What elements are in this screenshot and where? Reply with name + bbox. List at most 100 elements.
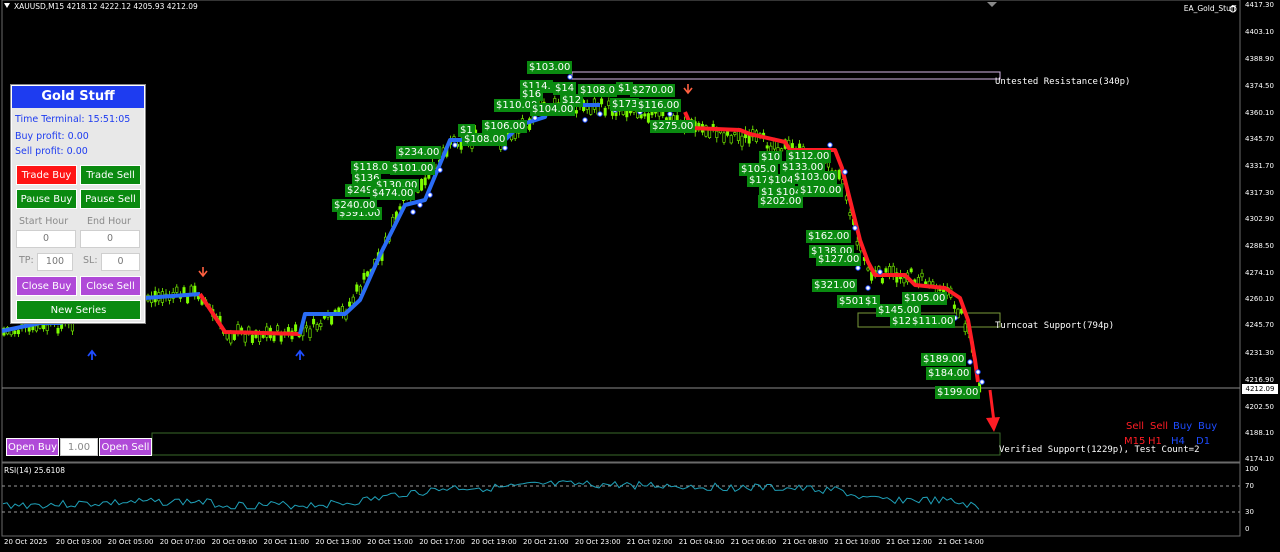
verified-support-label: Verified Support(1229p), Test Count=2 <box>999 445 1200 455</box>
dropdown-triangle-icon[interactable] <box>4 3 10 8</box>
price-axis[interactable]: 4417.30 4403.10 4388.90 4374.50 4360.10 4345.… <box>1241 0 1280 536</box>
trade-marker <box>567 74 573 80</box>
candle-body <box>661 111 665 117</box>
down-trend-arrow-icon <box>986 389 1000 432</box>
profit-label: $199.00 <box>935 386 981 399</box>
candle-body <box>931 281 935 286</box>
candle-body <box>243 334 247 343</box>
trade-marker <box>667 111 673 117</box>
candle-body <box>34 325 38 332</box>
candle-body <box>837 169 841 180</box>
profit-label: $170.00 <box>798 184 844 197</box>
mtf-timeframe: D1 <box>1196 436 1211 447</box>
candle-body <box>574 110 578 114</box>
sell-arrow-icon <box>683 84 693 95</box>
candle-body <box>880 278 884 284</box>
open-sell-button[interactable]: Open Sell <box>99 438 152 456</box>
price-tick-label: 4202.50 <box>1245 403 1274 411</box>
profit-label: $111.00 <box>910 315 956 328</box>
price-tick-label: 4288.50 <box>1245 242 1274 250</box>
mtf-timeframe: M15 <box>1124 436 1146 447</box>
profit-label: $108.0 <box>578 84 617 97</box>
trade-marker <box>427 192 433 198</box>
panel-title: Gold Stuff <box>12 86 144 108</box>
pause-buy-button[interactable]: Pause Buy <box>16 189 77 209</box>
price-tick-label: 4374.50 <box>1245 82 1274 90</box>
candle-body <box>589 105 593 115</box>
profit-label: $202.00 <box>758 195 804 208</box>
candle-body <box>319 323 323 327</box>
profit-label: $103.00 <box>527 61 573 74</box>
price-tick-label: 4360.10 <box>1245 109 1274 117</box>
tp-label: TP: <box>19 255 34 266</box>
tp-input[interactable]: 100 <box>37 253 73 271</box>
new-series-button[interactable]: New Series <box>16 300 141 320</box>
current-price-tag: 4212.09 <box>1242 384 1278 394</box>
time-tick-label: 21 Oct 08:00 <box>782 538 829 546</box>
trade-marker <box>582 117 588 123</box>
symbol-info: XAUUSD,M15 4218.12 4222.12 4205.93 4212.… <box>4 2 198 11</box>
time-tick-label: 20 Oct 2025 <box>4 538 48 546</box>
trade-buy-button[interactable]: Trade Buy <box>16 165 77 185</box>
time-tick-label: 20 Oct 15:00 <box>367 538 413 546</box>
candle-body <box>315 324 319 331</box>
candle-body <box>308 328 312 338</box>
lot-size-input[interactable]: 1.00 <box>60 438 98 456</box>
profit-label: $189.00 <box>921 353 967 366</box>
candle-body <box>423 177 427 186</box>
panel-body: Time Terminal: 15:51:05 Buy profit: 0.00… <box>12 108 144 322</box>
mtf-signal: Sell <box>1150 421 1169 432</box>
profit-label: $104.00 <box>530 103 576 116</box>
candle-body <box>736 130 740 141</box>
candle-body <box>348 301 352 307</box>
price-tick-label: 4417.30 <box>1245 1 1274 9</box>
start-hour-input[interactable]: 0 <box>16 230 76 248</box>
price-tick-label: 4274.10 <box>1245 269 1274 277</box>
profit-label: $127.00 <box>816 253 862 266</box>
profit-label: $275.00 <box>650 120 696 133</box>
scroll-marker-icon[interactable] <box>987 2 997 7</box>
price-tick-label: 4216.90 <box>1245 376 1274 384</box>
candle-body <box>884 268 888 273</box>
gold-stuff-panel: Gold Stuff Time Terminal: 15:51:05 Buy p… <box>10 84 146 324</box>
pause-sell-button[interactable]: Pause Sell <box>80 189 141 209</box>
verified-zone <box>151 432 1001 456</box>
turncoat-label: Turncoat Support(794p) <box>995 321 1115 331</box>
time-tick-label: 20 Oct 23:00 <box>574 538 621 546</box>
ea-name: EA_Gold_Stuff <box>1183 4 1236 13</box>
time-tick-label: 20 Oct 03:00 <box>55 538 102 546</box>
sl-input[interactable]: 0 <box>101 253 140 271</box>
candle-body <box>355 284 359 292</box>
candle-body <box>186 296 190 304</box>
profit-label: $184.00 <box>926 367 972 380</box>
candle-body <box>639 113 643 119</box>
price-tick-label: 4345.70 <box>1245 135 1274 143</box>
price-tick-label: 4231.30 <box>1245 349 1274 357</box>
close-sell-button[interactable]: Close Sell <box>80 276 141 296</box>
candle-body <box>765 145 769 149</box>
sell-arrow-icon <box>198 267 208 278</box>
candle-body <box>625 110 629 118</box>
profit-label: $116.00 <box>636 99 682 112</box>
time-tick-label: 21 Oct 14:00 <box>938 538 984 546</box>
rsi-line <box>2 480 980 510</box>
trade-sell-button[interactable]: Trade Sell <box>80 165 141 185</box>
time-terminal: Time Terminal: 15:51:05 <box>15 114 131 125</box>
mtf-signal: Sell <box>1126 421 1145 432</box>
profit-label: $108.00 <box>462 133 508 146</box>
time-tick-label: 20 Oct 21:00 <box>523 538 569 546</box>
end-hour-label: End Hour <box>87 216 131 227</box>
rsi-tick-label: 30 <box>1245 508 1254 516</box>
end-hour-input[interactable]: 0 <box>80 230 140 248</box>
candle-body <box>855 241 859 246</box>
trade-marker <box>410 209 416 215</box>
trade-marker <box>979 379 985 385</box>
close-buy-button[interactable]: Close Buy <box>16 276 77 296</box>
profit-label: $162.00 <box>806 230 852 243</box>
trade-marker <box>437 167 443 173</box>
price-tick-label: 4403.10 <box>1245 28 1274 36</box>
trade-marker <box>827 142 833 148</box>
profit-label: $234.00 <box>396 146 442 159</box>
buy-arrow-icon <box>295 349 305 360</box>
open-buy-button[interactable]: Open Buy <box>6 438 59 456</box>
